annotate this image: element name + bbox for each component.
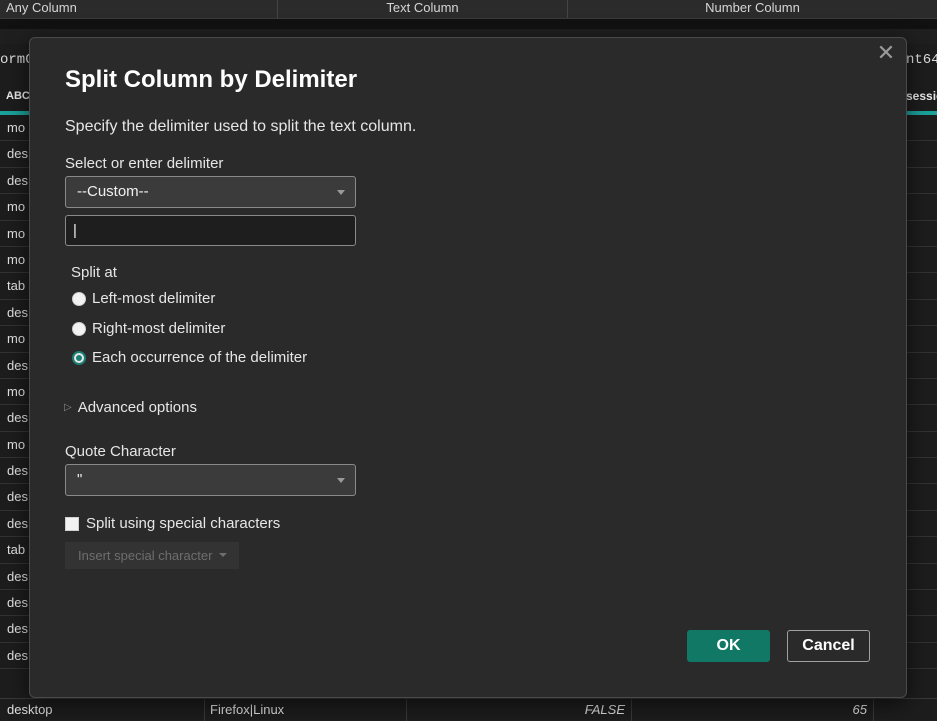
- radio-label: Each occurrence of the delimiter: [92, 349, 308, 366]
- radio-label: Right-most delimiter: [92, 320, 226, 337]
- chevron-down-icon: [219, 553, 227, 557]
- radio-right-most[interactable]: Right-most delimiter: [72, 320, 225, 337]
- cell-device[interactable]: desktop: [0, 699, 205, 721]
- grid-cell[interactable]: des: [0, 590, 30, 617]
- ribbon-tab-text-column[interactable]: Text Column: [278, 0, 568, 18]
- ribbon-tab-any-column[interactable]: Any Column: [0, 0, 278, 18]
- grid-cell[interactable]: mo: [0, 247, 30, 274]
- radio-button[interactable]: [72, 321, 86, 336]
- dialog-description: Specify the delimiter used to split the …: [65, 118, 417, 135]
- grid-cell[interactable]: [906, 141, 937, 168]
- grid-cell[interactable]: [906, 616, 937, 643]
- insert-special-character-button: Insert special character: [65, 542, 239, 569]
- ribbon-tabs: Any Column Text Column Number Column: [0, 0, 937, 19]
- ribbon-tab-number-column[interactable]: Number Column: [568, 0, 937, 18]
- delimiter-label: Select or enter delimiter: [65, 155, 224, 172]
- cell-empty[interactable]: [874, 699, 937, 721]
- column-header-session[interactable]: sessio: [906, 85, 937, 115]
- chevron-right-icon: ▷: [64, 402, 72, 413]
- grid-left-column: ABC mo des des mo mo mo tab des mo des m…: [0, 85, 30, 670]
- grid-cell[interactable]: [906, 167, 937, 195]
- grid-cell[interactable]: [906, 405, 937, 432]
- delimiter-select-value: --Custom--: [77, 183, 149, 200]
- grid-cell[interactable]: des: [0, 141, 30, 168]
- custom-delimiter-input[interactable]: |: [65, 215, 356, 246]
- quote-character-select[interactable]: ": [65, 464, 356, 496]
- grid-cell[interactable]: des: [0, 643, 30, 670]
- chevron-down-icon: [337, 190, 345, 195]
- grid-right-column: sessio: [906, 85, 937, 670]
- grid-cell[interactable]: mo: [0, 326, 30, 353]
- grid-cell[interactable]: des: [0, 484, 30, 511]
- cell-browser[interactable]: Firefox|Linux: [205, 699, 407, 721]
- grid-cell[interactable]: des: [0, 353, 30, 379]
- grid-cell[interactable]: [906, 352, 937, 379]
- split-column-dialog: ✕ Split Column by Delimiter Specify the …: [29, 37, 907, 698]
- grid-cell[interactable]: [906, 510, 937, 538]
- column-type-icon[interactable]: ABC: [0, 85, 30, 115]
- cell-number[interactable]: 65: [632, 699, 874, 721]
- grid-cell[interactable]: des: [0, 458, 30, 485]
- grid-cell[interactable]: des: [0, 405, 30, 432]
- cell-flag[interactable]: FALSE: [407, 699, 632, 721]
- grid-cell[interactable]: [906, 115, 937, 142]
- grid-cell[interactable]: mo: [0, 221, 30, 247]
- grid-cell[interactable]: des: [0, 616, 30, 643]
- quote-character-label: Quote Character: [65, 443, 176, 460]
- grid-cell[interactable]: tab: [0, 537, 30, 564]
- grid-cell[interactable]: des: [0, 168, 30, 195]
- grid-cell[interactable]: [906, 246, 937, 274]
- radio-label: Left-most delimiter: [92, 290, 216, 307]
- quote-character-value: ": [77, 471, 83, 488]
- grid-cell[interactable]: [906, 590, 937, 617]
- radio-each-occurrence[interactable]: Each occurrence of the delimiter: [72, 349, 307, 366]
- ribbon-separator: [0, 19, 937, 29]
- special-characters-checkbox-row[interactable]: Split using special characters: [65, 515, 280, 532]
- radio-left-most[interactable]: Left-most delimiter: [72, 290, 215, 307]
- dialog-title: Split Column by Delimiter: [65, 66, 358, 93]
- grid-cell[interactable]: des: [0, 511, 30, 538]
- checkbox[interactable]: [65, 516, 79, 531]
- advanced-options-label: Advanced options: [77, 399, 197, 416]
- radio-button[interactable]: [72, 291, 86, 306]
- grid-bottom-row: desktop Firefox|Linux FALSE 65: [0, 698, 937, 721]
- formula-fragment-right: nt64: [906, 52, 937, 68]
- grid-cell[interactable]: mo: [0, 432, 30, 459]
- grid-cell[interactable]: [906, 484, 937, 511]
- grid-cell[interactable]: [906, 326, 937, 353]
- split-at-label: Split at: [71, 264, 117, 281]
- advanced-options-toggle[interactable]: ▷ Advanced options: [64, 399, 197, 416]
- chevron-down-icon: [337, 478, 345, 483]
- grid-cell[interactable]: [906, 220, 937, 247]
- radio-button-selected[interactable]: [72, 350, 86, 365]
- insert-special-character-label: Insert special character: [78, 548, 213, 563]
- grid-cell[interactable]: [906, 642, 937, 670]
- grid-cell[interactable]: [906, 431, 937, 459]
- grid-cell[interactable]: des: [0, 300, 30, 327]
- delimiter-select[interactable]: --Custom--: [65, 176, 356, 208]
- grid-cell[interactable]: [906, 299, 937, 327]
- grid-cell[interactable]: [906, 537, 937, 564]
- grid-cell[interactable]: [906, 273, 937, 300]
- grid-cell[interactable]: mo: [0, 115, 30, 142]
- grid-cell[interactable]: [906, 194, 937, 221]
- grid-cell[interactable]: [906, 563, 937, 591]
- grid-cell[interactable]: mo: [0, 379, 30, 406]
- grid-cell[interactable]: [906, 458, 937, 485]
- cancel-button[interactable]: Cancel: [787, 630, 870, 662]
- grid-cell[interactable]: des: [0, 564, 30, 591]
- grid-cell[interactable]: tab: [0, 273, 30, 300]
- ok-button[interactable]: OK: [687, 630, 770, 662]
- grid-cell[interactable]: mo: [0, 194, 30, 221]
- close-icon[interactable]: ✕: [876, 42, 896, 64]
- special-characters-label: Split using special characters: [86, 515, 281, 532]
- grid-cell[interactable]: [906, 378, 937, 406]
